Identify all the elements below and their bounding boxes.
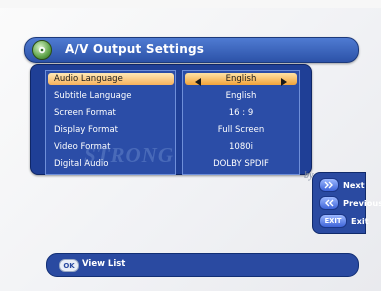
setting-value-digital-audio[interactable]: DOLBY SPDIF — [183, 159, 299, 169]
help-exit-label: Exit — [351, 216, 369, 226]
setting-label-subtitle-language[interactable]: Subtitle Language — [54, 91, 131, 101]
setting-label-audio-language[interactable]: Audio Language — [54, 74, 123, 84]
footer-view-list-label: View List — [82, 259, 126, 269]
ok-key-badge[interactable]: OK — [59, 259, 79, 272]
next-arrow-icon — [319, 178, 339, 192]
page-title: A/V Output Settings — [65, 42, 205, 56]
setting-value-audio-language[interactable]: English — [183, 74, 299, 84]
exit-key-badge: EXIT — [319, 214, 347, 228]
help-exit[interactable]: EXIT Exit — [319, 213, 369, 229]
help-previous-label: Previous — [343, 198, 381, 208]
help-next-label: Next — [343, 180, 365, 190]
setting-value-video-format[interactable]: 1080i — [183, 142, 299, 152]
settings-values-column: English English 16 : 9 Full Screen 1080i… — [182, 70, 300, 175]
setting-value-subtitle-language[interactable]: English — [183, 91, 299, 101]
settings-gear-icon — [32, 40, 52, 60]
setting-value-screen-format[interactable]: 16 : 9 — [183, 108, 299, 118]
setting-label-screen-format[interactable]: Screen Format — [54, 108, 116, 118]
top-bezel — [0, 0, 381, 8]
help-previous[interactable]: Previous — [319, 195, 381, 211]
title-bar: A/V Output Settings — [24, 37, 359, 63]
previous-arrow-icon — [319, 196, 339, 210]
help-next[interactable]: Next — [319, 177, 365, 193]
footer-bar: OK View List — [46, 253, 359, 277]
setting-label-display-format[interactable]: Display Format — [54, 125, 118, 135]
help-panel: Next Previous EXIT Exit — [312, 172, 381, 234]
setting-value-display-format[interactable]: Full Screen — [183, 125, 299, 135]
brand-watermark: STRONG — [84, 143, 175, 167]
